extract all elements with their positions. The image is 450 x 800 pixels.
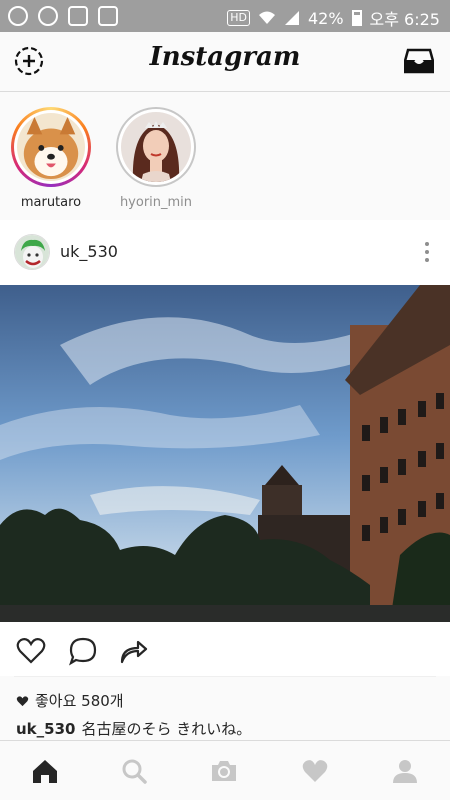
search-icon[interactable] xyxy=(120,757,148,785)
likes-label: 좋아요 580개 xyxy=(35,692,124,710)
caption-text: 名古屋のそら きれいね。 xyxy=(81,720,252,738)
battery-icon xyxy=(351,10,362,26)
wifi-icon xyxy=(258,11,275,24)
stories-tray: marutaro hyorin_min xyxy=(0,93,450,220)
app-logo: Instagram xyxy=(149,42,301,72)
device-icon xyxy=(68,6,88,26)
post-actions xyxy=(0,622,450,676)
clock: 오후 6:25 xyxy=(369,10,440,29)
post-caption: uk_530 名古屋のそら きれいね。 xyxy=(16,718,251,739)
woman-avatar xyxy=(121,112,191,182)
home-icon[interactable] xyxy=(31,757,59,785)
edit-icon xyxy=(98,6,118,26)
shiba-avatar xyxy=(17,113,85,181)
divider xyxy=(14,676,436,677)
story-ring xyxy=(116,107,196,187)
inbox-icon[interactable] xyxy=(404,48,434,74)
camera-icon[interactable] xyxy=(210,757,238,785)
post-photo[interactable] xyxy=(0,285,450,622)
story-username: hyorin_min xyxy=(119,195,193,210)
comment-icon[interactable] xyxy=(68,636,98,666)
activity-heart-icon[interactable] xyxy=(301,757,329,785)
likes-count[interactable]: 좋아요 580개 xyxy=(16,690,124,711)
g-notification-icon xyxy=(38,6,58,26)
more-options-icon[interactable] xyxy=(424,242,430,264)
post-author-avatar[interactable] xyxy=(14,234,50,270)
system-status: HD 42% 오후 6:25 xyxy=(227,6,440,30)
post-header: uk_530 xyxy=(0,220,450,285)
battery-percent: 42% xyxy=(307,8,344,28)
status-bar: HD 42% 오후 6:25 xyxy=(0,0,450,32)
story-item-marutaro[interactable]: marutaro xyxy=(6,107,96,210)
hd-badge: HD xyxy=(227,10,250,26)
caption-username[interactable]: uk_530 xyxy=(16,720,75,738)
heart-icon[interactable] xyxy=(16,636,46,666)
bottom-nav xyxy=(0,740,450,800)
notification-icons xyxy=(8,6,118,26)
story-username: marutaro xyxy=(20,195,82,210)
app-notification-icon xyxy=(8,6,28,26)
profile-icon[interactable] xyxy=(391,757,419,785)
signal-icon xyxy=(284,11,299,25)
share-icon[interactable] xyxy=(118,636,148,666)
top-bar: Instagram xyxy=(0,32,450,92)
story-ring xyxy=(11,107,91,187)
small-heart-icon xyxy=(16,695,29,706)
post-username[interactable]: uk_530 xyxy=(60,242,118,261)
story-item-hyorin-min[interactable]: hyorin_min xyxy=(111,107,201,210)
